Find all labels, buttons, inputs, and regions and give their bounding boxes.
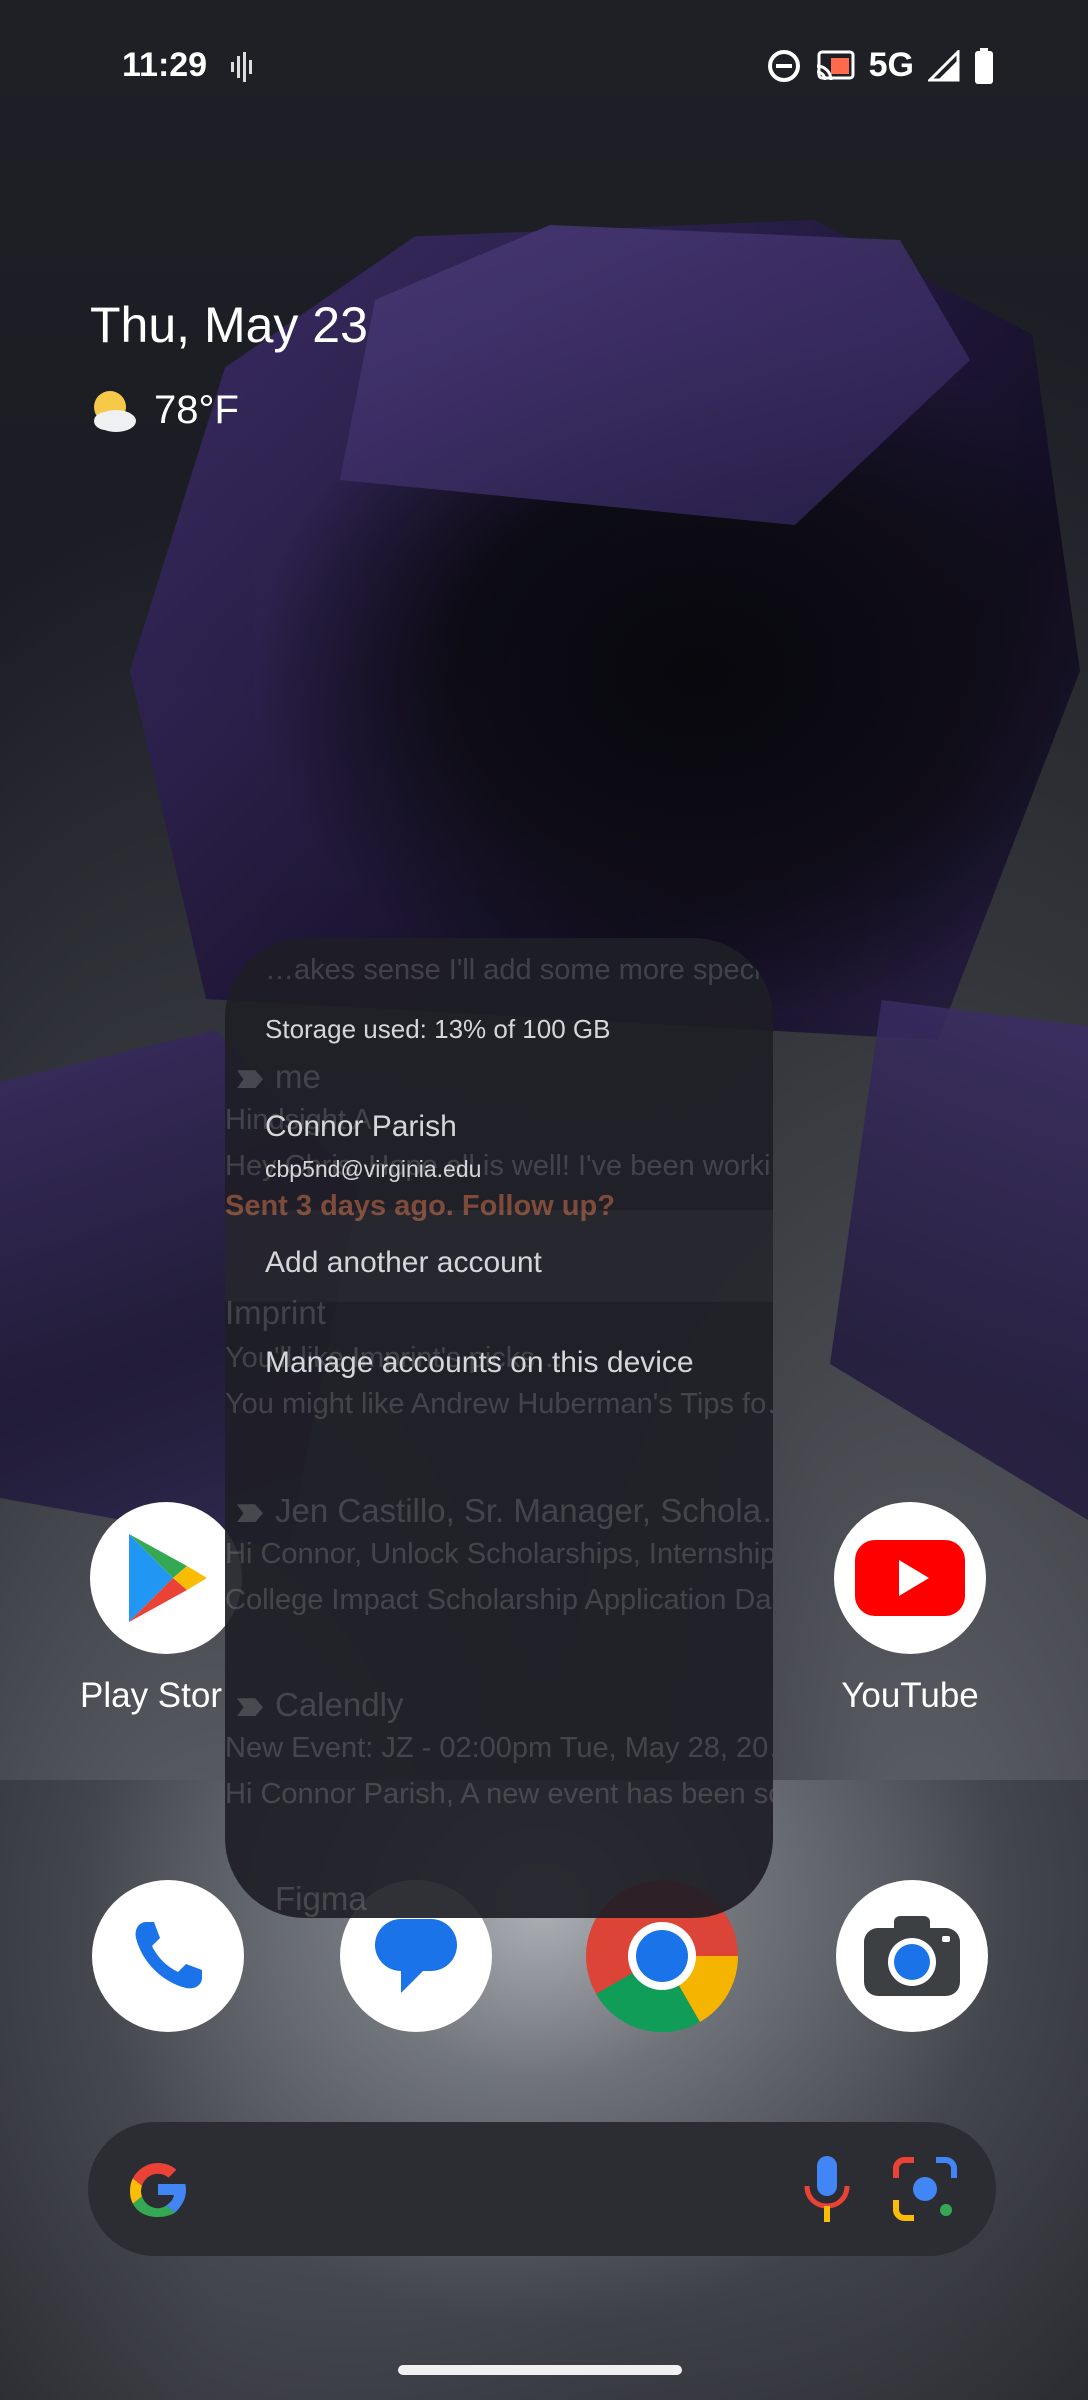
- microphone-icon[interactable]: [802, 2154, 852, 2224]
- account-name[interactable]: Connor Parish: [265, 1110, 457, 1144]
- weather-widget[interactable]: 78°F: [90, 388, 239, 433]
- reply-arrow-icon: [237, 1070, 263, 1089]
- storage-used[interactable]: Storage used: 13% of 100 GB: [265, 1014, 610, 1045]
- ghost-sender: Figma: [275, 1880, 367, 1917]
- ghost-sender-me: me: [237, 1058, 321, 1096]
- ghost-subject: New Event: JZ - 02:00pm Tue, May 28, 20…: [225, 1732, 773, 1764]
- reply-arrow-icon: [237, 1698, 263, 1717]
- messages-icon: [375, 1919, 457, 1993]
- ghost-sender-text: me: [275, 1058, 321, 1095]
- gesture-nav-handle[interactable]: [398, 2365, 682, 2375]
- camera-icon: [864, 1916, 960, 1996]
- signal-icon: [928, 49, 960, 81]
- youtube-icon: [855, 1540, 965, 1616]
- network-type: 5G: [868, 46, 914, 84]
- youtube-app[interactable]: [834, 1502, 986, 1654]
- play-store-app[interactable]: [90, 1502, 242, 1654]
- ghost-snippet: Hi Connor Parish, A new event has been s…: [225, 1778, 773, 1810]
- cast-icon: [816, 50, 855, 80]
- account-email: cbp5nd@virginia.edu: [265, 1156, 482, 1182]
- ghost-snippet: You might like Andrew Huberman's Tips fo…: [225, 1388, 773, 1420]
- date-widget[interactable]: Thu, May 23: [90, 296, 368, 354]
- ghost-sender-text: Calendly: [275, 1686, 404, 1723]
- ghost-sender: Jen Castillo, Sr. Manager, Schola…: [237, 1492, 773, 1530]
- ghost-snippet: College Impact Scholarship Application D…: [225, 1584, 773, 1616]
- reply-arrow-icon: [237, 1504, 263, 1523]
- ghost-subject: Hi Connor, Unlock Scholarships, Internsh…: [225, 1538, 773, 1570]
- lens-icon[interactable]: [892, 2156, 958, 2222]
- do-not-disturb-icon: [767, 49, 800, 82]
- phone-app[interactable]: [92, 1880, 244, 2032]
- ghost-sender: Calendly: [237, 1686, 403, 1724]
- status-icons: 5G: [767, 46, 994, 85]
- ghost-sender: Imprint: [225, 1294, 326, 1331]
- google-search-bar[interactable]: [88, 2122, 996, 2256]
- google-g-icon: [130, 2163, 186, 2217]
- account-switcher-popup: …akes sense I'll add some more speci… me…: [225, 938, 773, 1918]
- ghost-sender-text: Jen Castillo, Sr. Manager, Schola…: [275, 1492, 773, 1529]
- add-account-button[interactable]: Add another account: [265, 1246, 542, 1280]
- youtube-label: YouTube: [841, 1676, 979, 1715]
- wallpaper-crystal-right: [830, 1000, 1088, 1520]
- play-store-icon: [129, 1534, 207, 1622]
- status-time: 11:29: [122, 46, 208, 84]
- phone-icon: [135, 1922, 202, 1989]
- manage-accounts-button[interactable]: Manage accounts on this device: [265, 1346, 694, 1380]
- play-store-label: Play Stor: [80, 1676, 222, 1715]
- battery-icon: [975, 47, 993, 84]
- sound-wave-icon: [231, 52, 252, 82]
- partly-cloudy-icon: [94, 390, 136, 432]
- temperature: 78°F: [154, 388, 239, 432]
- camera-app[interactable]: [836, 1880, 988, 2032]
- ghost-line: …akes sense I'll add some more speci…: [265, 954, 773, 986]
